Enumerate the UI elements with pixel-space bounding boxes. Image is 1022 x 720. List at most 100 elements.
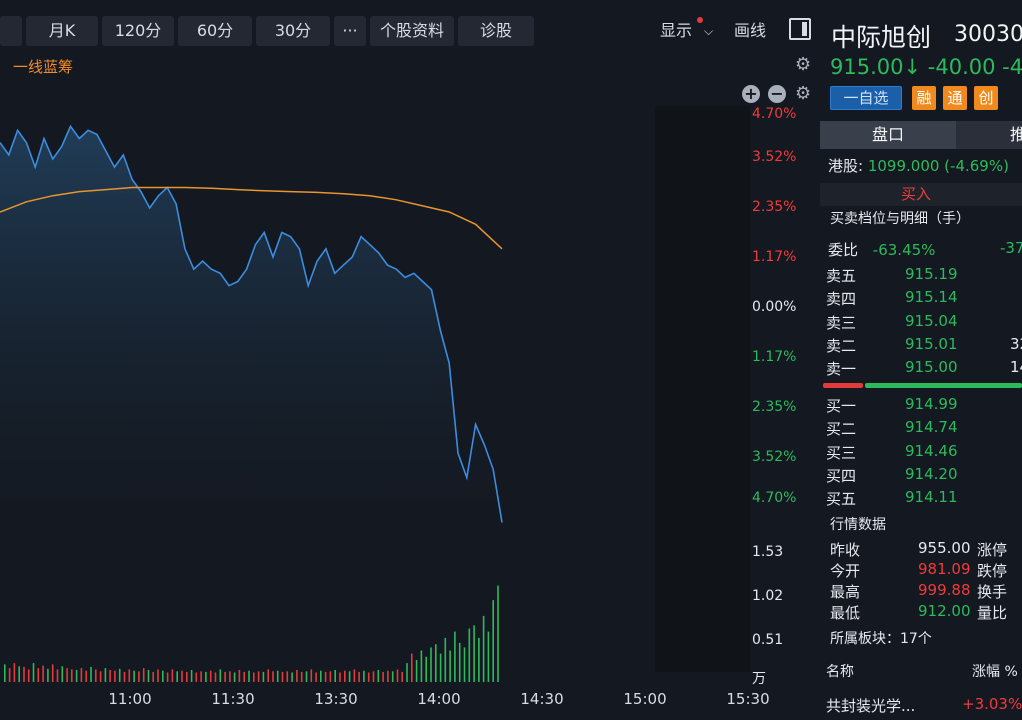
volume-bar	[435, 644, 437, 682]
bid-price[interactable]: 914.74	[905, 418, 958, 436]
volume-bar	[71, 669, 73, 682]
volume-bar	[401, 671, 403, 682]
volume-bar	[56, 669, 59, 682]
volume-bar	[411, 653, 413, 682]
price-change: -40.00	[927, 55, 996, 79]
time-tick-label: 11:30	[211, 690, 255, 708]
bid-price[interactable]: 914.46	[905, 442, 958, 460]
bid-price[interactable]: 914.99	[905, 395, 958, 413]
volume-bar	[104, 668, 107, 682]
volume-bar	[152, 671, 154, 682]
quote-label: 换手	[977, 583, 1008, 601]
volume-bar	[18, 666, 20, 683]
sector-col-name: 名称	[826, 664, 854, 680]
chart-canvas	[0, 106, 750, 683]
pct-label: 2.35%	[752, 399, 797, 415]
volume-bar	[468, 628, 471, 682]
gear-icon[interactable]: ⚙	[795, 56, 811, 74]
volume-bar	[23, 666, 25, 682]
zoom-out-icon[interactable]: −	[768, 85, 786, 103]
bid-label: 买三	[826, 444, 857, 462]
tab-order-book[interactable]: 盘口	[820, 121, 956, 149]
ask-price[interactable]: 915.04	[905, 312, 958, 330]
chart-settings-gear-icon[interactable]: ⚙	[795, 85, 811, 103]
bid-label: 买一	[826, 397, 857, 415]
diagnose-button[interactable]: 诊股	[458, 16, 534, 46]
volume-bar	[214, 672, 217, 682]
volume-bar	[372, 671, 375, 682]
quote-label: 量比	[977, 604, 1008, 622]
display-menu-button[interactable]: 显示	[660, 16, 692, 46]
volume-bar	[339, 672, 341, 682]
buy-button[interactable]: 买入	[820, 183, 1022, 206]
volume-bar	[80, 668, 83, 682]
chevron-down-icon[interactable]: ⌵	[704, 16, 713, 46]
volume-bar	[348, 671, 351, 682]
120min-button[interactable]: 120分	[102, 16, 174, 46]
volume-bar	[430, 647, 432, 683]
time-tick-label: 11:00	[108, 690, 152, 708]
volume-bar	[262, 671, 265, 682]
volume-bar	[37, 668, 40, 682]
volume-bar	[162, 670, 164, 682]
depth-title: 买卖档位与明细（手）	[830, 211, 970, 227]
draw-line-button[interactable]: 画线	[734, 16, 766, 46]
volume-bar	[425, 656, 427, 682]
add-watchlist-button[interactable]: 一自选	[830, 86, 902, 110]
volume-bar	[186, 671, 188, 682]
bid-price[interactable]: 914.11	[905, 488, 958, 506]
notification-dot-icon	[697, 17, 703, 23]
pct-label: 4.70%	[752, 106, 797, 122]
volume-bar	[114, 670, 116, 682]
ask-price[interactable]: 915.19	[905, 265, 958, 283]
pct-label: 3.52%	[752, 149, 797, 165]
stock-profile-button[interactable]: 个股资料	[370, 16, 454, 46]
volume-bars	[4, 585, 499, 683]
volume-tick-label: 0.51	[752, 632, 784, 648]
chinext-tag[interactable]: 创	[974, 86, 998, 110]
ask-price[interactable]: 915.14	[905, 288, 958, 306]
connect-tag[interactable]: 通	[943, 86, 967, 110]
volume-bar	[406, 663, 408, 682]
indicator-label[interactable]: 一线蓝筹	[13, 56, 73, 77]
volume-bar	[396, 669, 399, 682]
hk-label: 港股:	[828, 157, 864, 175]
sector-name[interactable]: 共封装光学...	[826, 695, 915, 716]
ask-label: 卖三	[826, 314, 857, 332]
pct-label: 0.00%	[752, 299, 797, 315]
order-ratio-row: 委比 -63.45%	[828, 239, 935, 260]
30min-button[interactable]: 30分	[256, 16, 330, 46]
60min-button[interactable]: 60分	[178, 16, 252, 46]
more-icon[interactable]: ···	[334, 16, 366, 46]
volume-bar	[358, 671, 360, 682]
tab-next[interactable]: 推	[1010, 121, 1022, 149]
ask-price[interactable]: 915.01	[905, 335, 958, 353]
volume-tick-label: 1.53	[752, 544, 784, 560]
volume-bar	[27, 669, 30, 682]
monthly-k-button[interactable]: 月K	[26, 16, 98, 46]
volume-bar	[367, 672, 370, 682]
volume-bar	[329, 671, 332, 682]
volume-unit-label: 万	[752, 671, 766, 687]
panel-layout-icon[interactable]	[789, 18, 811, 40]
zoom-in-icon[interactable]: +	[742, 85, 760, 103]
after-hours-zone	[655, 106, 750, 672]
volume-bar	[382, 671, 384, 682]
bid-price[interactable]: 914.20	[905, 465, 958, 483]
volume-bar	[42, 665, 44, 682]
margin-tag[interactable]: 融	[912, 86, 936, 110]
volume-bar	[324, 671, 327, 682]
volume-bar	[95, 669, 97, 682]
sector-col-change[interactable]: 涨幅 %	[972, 661, 1018, 681]
ask-price[interactable]: 915.00	[905, 358, 958, 376]
volume-bar	[482, 615, 485, 683]
intraday-chart[interactable]: 一线蓝筹 ⚙ + − ⚙ 4.70% 3.52% 2.35% 1.17% 0.0…	[0, 48, 820, 720]
volume-bar	[291, 672, 293, 682]
time-tick-label: 15:30	[726, 690, 770, 708]
stock-name: 中际旭创	[831, 23, 932, 52]
pct-label: 1.17%	[752, 249, 797, 265]
volume-bar	[296, 670, 298, 682]
volume-bar	[190, 670, 193, 682]
volume-bar	[248, 670, 250, 682]
volume-bar	[209, 670, 212, 682]
